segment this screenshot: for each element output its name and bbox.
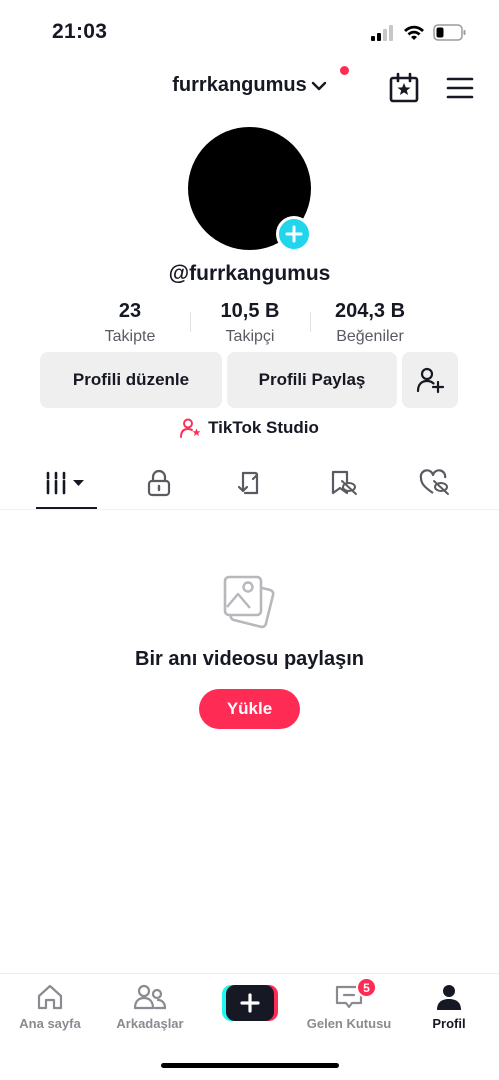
stat-following-value: 23 (118, 300, 142, 322)
username: furrkangumus (172, 74, 307, 96)
hamburger-menu-icon[interactable] (446, 76, 474, 100)
status-bar: 21:03 (0, 0, 499, 66)
nav-home-label: Ana sayfa (19, 1016, 81, 1031)
plus-icon (240, 993, 260, 1013)
nav-friends-label: Arkadaşlar (116, 1016, 184, 1031)
tab-favorites[interactable] (326, 468, 360, 498)
stat-divider (310, 312, 311, 332)
friends-icon (134, 984, 166, 1010)
lock-icon (147, 469, 171, 497)
active-tab-indicator (36, 507, 97, 509)
create-button-body (226, 985, 274, 1021)
liked-hidden-icon (419, 469, 449, 495)
tab-private[interactable] (143, 468, 175, 498)
profile-actions: Profili düzenle Profili Paylaş (40, 352, 460, 408)
nav-friends[interactable]: Arkadaşlar (100, 982, 200, 1031)
stat-followers-label: Takipçi (225, 328, 275, 345)
battery-icon (433, 24, 466, 41)
status-icons (371, 24, 467, 41)
stat-likes-value: 204,3 B (334, 300, 406, 322)
home-icon (37, 984, 63, 1010)
calendar-star-icon[interactable] (388, 72, 420, 104)
profile-handle: @furrkangumus (168, 262, 331, 285)
upload-button[interactable]: Yükle (199, 689, 300, 729)
stat-likes[interactable]: 204,3 B Beğeniler (310, 300, 430, 350)
top-nav: furrkangumus (0, 66, 499, 114)
tab-liked[interactable] (417, 468, 451, 498)
stat-divider (190, 312, 191, 332)
photos-icon (223, 575, 275, 629)
stat-followers-value: 10,5 B (220, 300, 280, 322)
nav-inbox-label: Gelen Kutusu (306, 1016, 392, 1031)
wifi-icon (404, 25, 424, 40)
videos-grid-icon (46, 471, 84, 495)
tiktok-studio-label: TikTok Studio (208, 418, 319, 437)
create-button[interactable] (222, 985, 278, 1021)
favorites-hidden-icon (331, 470, 357, 495)
empty-state-title: Bir anı videosu paylaşın (135, 648, 364, 670)
nav-profile[interactable]: Profil (399, 982, 499, 1031)
signal-icon (371, 24, 393, 41)
edit-profile-button[interactable]: Profili düzenle (40, 352, 222, 408)
account-switcher[interactable]: furrkangumus (0, 74, 499, 97)
plus-icon (285, 225, 303, 243)
tab-reposts[interactable] (233, 468, 267, 498)
creator-star-icon (180, 418, 201, 438)
share-profile-button[interactable]: Profili Paylaş (227, 352, 397, 408)
profile-stats: 23 Takipte 10,5 B Takipçi 204,3 B Beğeni… (70, 300, 430, 350)
chevron-down-icon (311, 81, 326, 90)
tiktok-studio-link[interactable]: TikTok Studio (0, 418, 499, 438)
profile-icon (437, 985, 461, 1010)
stat-following-label: Takipte (104, 328, 156, 345)
home-indicator (161, 1063, 339, 1068)
add-user-icon (416, 367, 444, 394)
empty-state: Bir anı videosu paylaşın Yükle (0, 572, 499, 729)
status-time: 21:03 (52, 20, 108, 43)
repost-icon (237, 471, 259, 495)
nav-inbox[interactable]: Gelen Kutusu (299, 982, 399, 1031)
inbox-badge: 5 (356, 977, 377, 998)
stat-following[interactable]: 23 Takipte (70, 300, 190, 350)
content-tabs (0, 458, 499, 510)
nav-home[interactable]: Ana sayfa (0, 982, 100, 1031)
nav-profile-label: Profil (432, 1016, 466, 1031)
notification-dot (340, 66, 349, 75)
tab-videos[interactable] (40, 468, 92, 498)
add-avatar-button[interactable] (276, 216, 312, 252)
add-friend-button[interactable] (402, 352, 458, 408)
stat-likes-label: Beğeniler (336, 328, 404, 345)
stat-followers[interactable]: 10,5 B Takipçi (190, 300, 310, 350)
